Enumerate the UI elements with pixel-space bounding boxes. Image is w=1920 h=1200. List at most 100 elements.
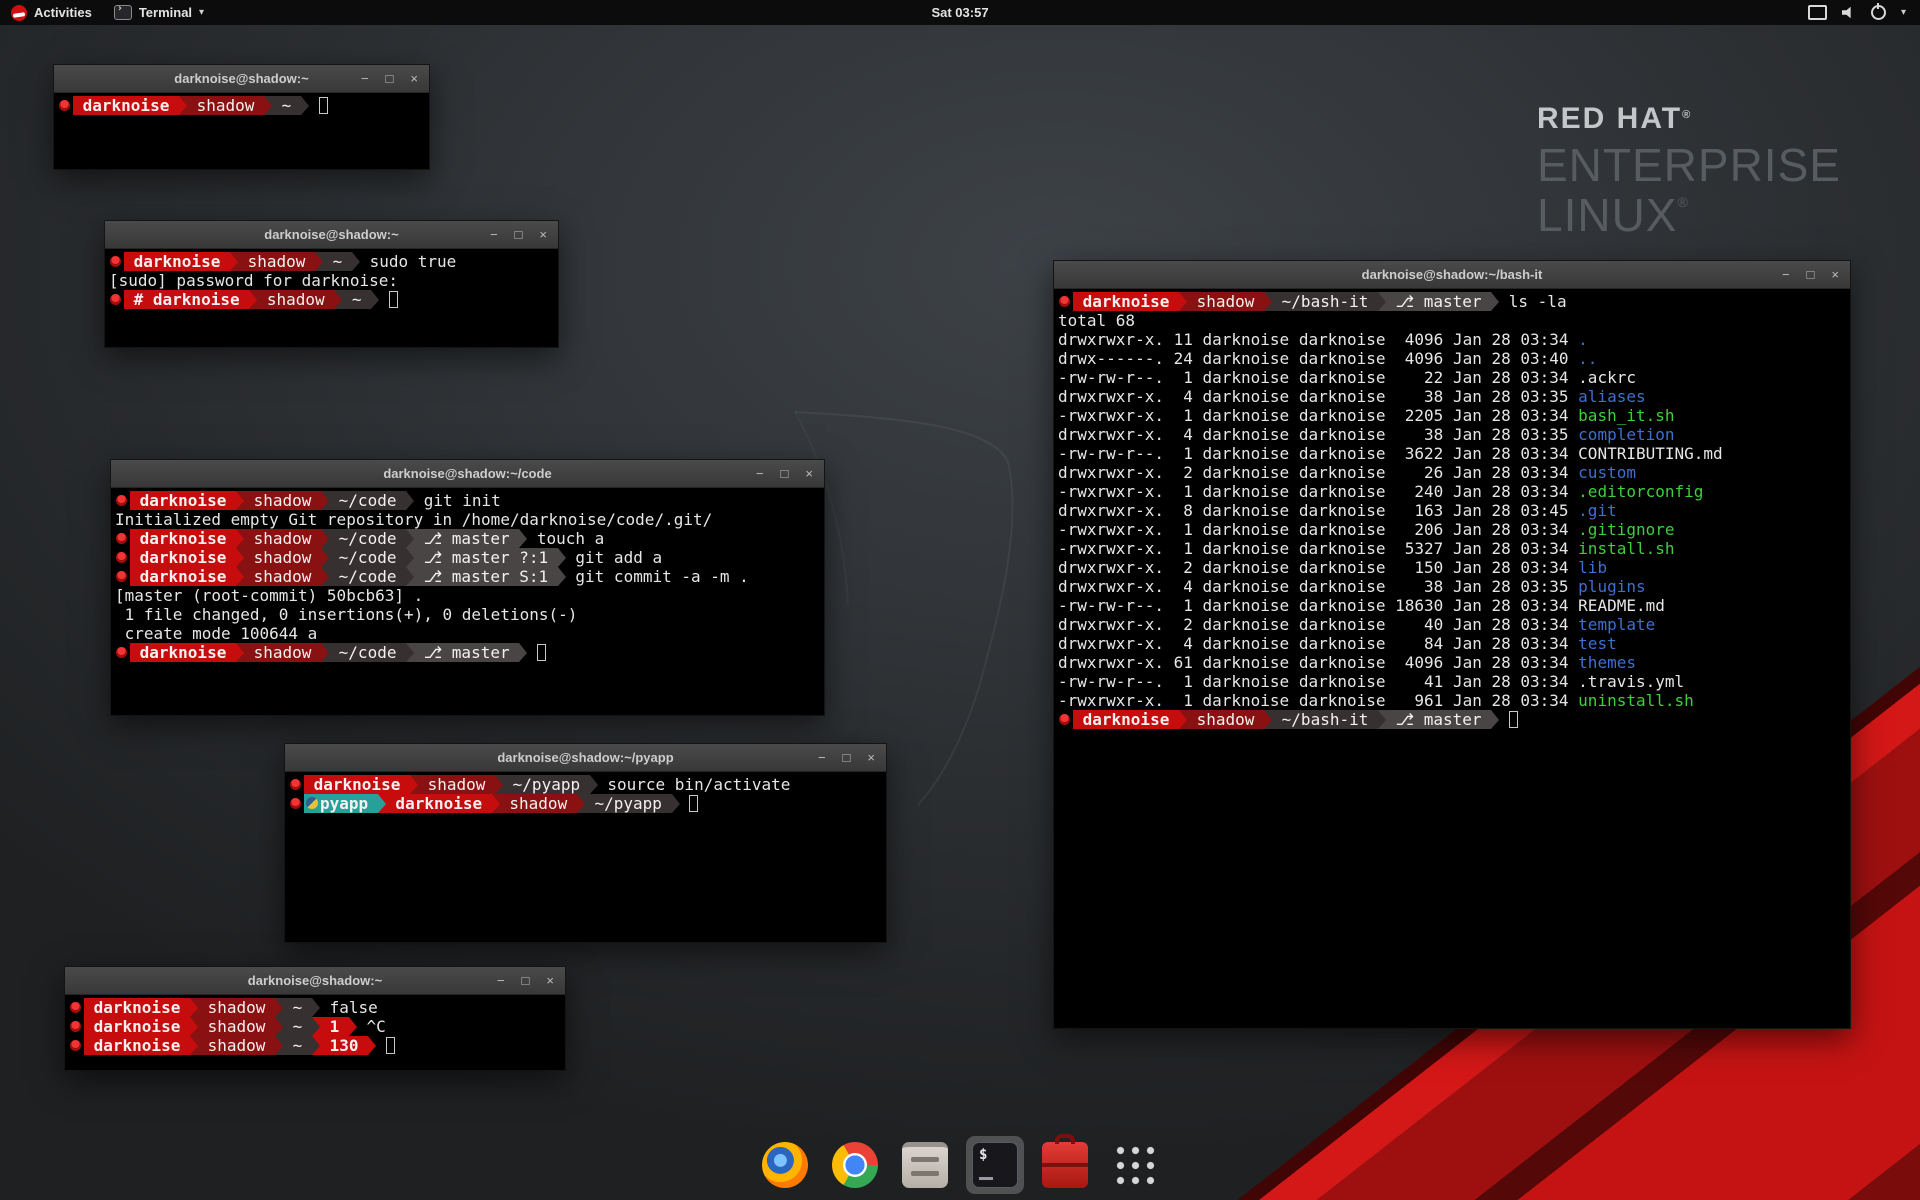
powerline-arrow [249, 290, 257, 309]
prompt-segment-user: darknoise [84, 1017, 190, 1036]
terminal-text: drwxrwxr-x. 2 darknoise darknoise 150 Ja… [1058, 558, 1578, 577]
powerline-arrow [275, 1017, 283, 1036]
dock-item-firefox[interactable] [756, 1136, 814, 1194]
terminal-body[interactable]: darknoise shadow ~ sudo true[sudo] passw… [105, 249, 558, 312]
terminal-text: -rw-rw-r--. 1 darknoise darknoise 22 Jan… [1058, 368, 1578, 387]
window-titlebar[interactable]: darknoise@shadow:~−□ × [65, 967, 565, 995]
prompt-segment-host: shadow [1187, 292, 1264, 311]
system-status-area[interactable]: ▾ [1808, 0, 1920, 25]
terminal-body[interactable]: darknoise shadow ~/bash-it ⎇ master ls -… [1054, 289, 1850, 732]
activities-button[interactable]: Activities [0, 0, 103, 25]
prompt-segment-path: ~/code [329, 643, 406, 662]
minimize-button[interactable]: − [361, 65, 369, 92]
window-controls: −□ × [818, 744, 886, 771]
minimize-button[interactable]: − [490, 221, 498, 248]
window-title: darknoise@shadow:~ [65, 973, 565, 988]
terminal-line: drwxrwxr-x. 4 darknoise darknoise 38 Jan… [1058, 387, 1846, 406]
dock-item-terminal[interactable] [966, 1136, 1024, 1194]
window-titlebar[interactable]: darknoise@shadow:~−□× [54, 65, 429, 93]
terminal-text: -rwxrwxr-x. 1 darknoise darknoise 206 Ja… [1058, 520, 1578, 539]
volume-icon[interactable] [1842, 6, 1856, 19]
powerline-arrow [558, 548, 566, 567]
close-button[interactable]: × [1831, 261, 1839, 288]
power-icon[interactable] [1871, 5, 1886, 20]
dock-item-toolbox[interactable] [1036, 1136, 1094, 1194]
terminal-line: # darknoise shadow ~ [109, 290, 554, 309]
minimize-button[interactable]: − [756, 460, 764, 487]
window-titlebar[interactable]: darknoise@shadow:~−□× [105, 221, 558, 249]
powerline-arrow [410, 775, 418, 794]
prompt-segment-host: shadow [244, 643, 321, 662]
display-icon[interactable] [1808, 5, 1827, 20]
minimize-button[interactable]: − [818, 744, 826, 771]
firefox-icon [762, 1142, 808, 1188]
maximize-button[interactable]: □ [843, 744, 851, 771]
terminal-text [1499, 710, 1509, 729]
dock-item-files[interactable] [896, 1136, 954, 1194]
terminal-line: darknoise shadow ~ 130 [69, 1036, 561, 1055]
terminal-body[interactable]: darknoise shadow ~/code git initInitiali… [111, 488, 824, 665]
powerline-arrow [236, 548, 244, 567]
prompt-segment-path: ~/pyapp [503, 775, 590, 794]
window-titlebar[interactable]: darknoise@shadow:~/pyapp−□× [285, 744, 886, 772]
maximize-button[interactable]: □ [386, 65, 394, 92]
prompt-segment-user: darknoise [84, 998, 190, 1017]
terminal-line: drwxrwxr-x. 11 darknoise darknoise 4096 … [1058, 330, 1846, 349]
close-button[interactable]: × [539, 221, 547, 248]
maximize-button[interactable]: □ [522, 967, 530, 994]
terminal-text: drwxrwxr-x. 61 darknoise darknoise 4096 … [1058, 653, 1578, 672]
powerline-arrow [312, 1017, 320, 1036]
terminal-text: README.md [1578, 596, 1665, 615]
minimize-button[interactable]: − [497, 967, 505, 994]
terminal-text: test [1578, 634, 1617, 653]
powerline-arrow [492, 794, 500, 813]
prompt-segment-path: ~/pyapp [585, 794, 672, 813]
terminal-line: darknoise shadow ~/code git init [115, 491, 820, 510]
powerline-arrow [577, 794, 585, 813]
terminal-line: total 68 [1058, 311, 1846, 330]
powerline-arrow [315, 252, 323, 271]
window-titlebar[interactable]: darknoise@shadow:~/bash-it−□× [1054, 261, 1850, 289]
powerline-arrow [275, 998, 283, 1017]
close-button[interactable]: × [410, 65, 418, 92]
terminal-body[interactable]: darknoise shadow ~ [54, 93, 429, 118]
clock[interactable]: Sat 03:57 [931, 5, 988, 20]
maximize-button[interactable]: □ [1807, 261, 1815, 288]
distro-icon [115, 548, 130, 567]
prompt-segment-path: ~ [283, 998, 312, 1017]
distro-icon [115, 567, 130, 586]
terminal-line: [master (root-commit) 50bcb63] . [115, 586, 820, 605]
minimize-button[interactable]: − [1782, 261, 1790, 288]
prompt-segment-path: ~/bash-it [1272, 292, 1378, 311]
maximize-button[interactable]: □ [515, 221, 523, 248]
prompt-segment-err: 1 [320, 1017, 349, 1036]
terminal-line: darknoise shadow ~ false [69, 998, 561, 1017]
terminal-text: source bin/activate [598, 775, 791, 794]
dock-item-chrome[interactable] [826, 1136, 884, 1194]
terminal-text [680, 794, 690, 813]
close-button[interactable]: × [546, 967, 554, 994]
maximize-button[interactable]: □ [781, 460, 789, 487]
terminal-line: darknoise shadow ~/code ⎇ master ?:1 git… [115, 548, 820, 567]
prompt-segment-host: shadow [244, 548, 321, 567]
terminal-body[interactable]: darknoise shadow ~ false darknoise shado… [65, 995, 565, 1058]
powerline-arrow [1179, 710, 1187, 729]
prompt-segment-path: ~/code [329, 491, 406, 510]
window-title: darknoise@shadow:~/code [111, 466, 824, 481]
powerline-arrow [1378, 710, 1386, 729]
close-button[interactable]: × [867, 744, 875, 771]
dock-item-apps-grid[interactable] [1106, 1136, 1164, 1194]
terminal-body[interactable]: darknoise shadow ~/pyapp source bin/acti… [285, 772, 886, 816]
terminal-line: drwx------. 24 darknoise darknoise 4096 … [1058, 349, 1846, 368]
app-menu-label: Terminal [139, 5, 192, 20]
powerline-arrow [236, 491, 244, 510]
terminal-text: .editorconfig [1578, 482, 1703, 501]
terminal-line: -rwxrwxr-x. 1 darknoise darknoise 961 Ja… [1058, 691, 1846, 710]
close-button[interactable]: × [805, 460, 813, 487]
terminal-line: drwxrwxr-x. 2 darknoise darknoise 150 Ja… [1058, 558, 1846, 577]
app-menu-terminal[interactable]: Terminal ▾ [103, 0, 215, 25]
powerline-arrow [558, 567, 566, 586]
powerline-arrow [1264, 710, 1272, 729]
window-titlebar[interactable]: darknoise@shadow:~/code−□ × [111, 460, 824, 488]
terminal-text: 1 file changed, 0 insertions(+), 0 delet… [115, 605, 577, 624]
